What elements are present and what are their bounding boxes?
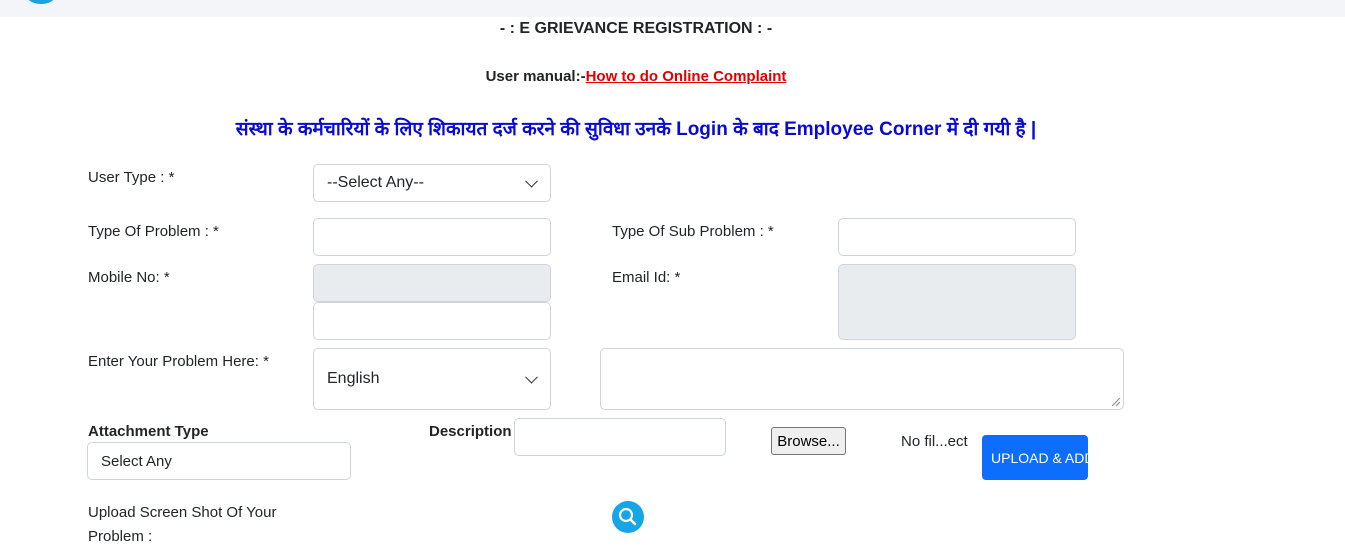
top-bar [0,0,1345,17]
screenshot-label-line1: Upload Screen Shot Of Your [88,504,277,521]
user-type-value: --Select Any-- [327,174,424,191]
mobile-field [313,264,551,302]
mobile-otp-field[interactable] [313,302,551,340]
screenshot-label: Upload Screen Shot Of Your Problem : [88,501,276,549]
language-select[interactable]: English [313,348,551,410]
description-input[interactable] [514,418,726,456]
resize-grip-icon[interactable] [1109,395,1121,407]
attachment-type-value: Select Any [101,452,172,470]
user-manual-line: User manual:-How to do Online Complaint [0,68,1272,85]
file-status: No fil...ect [901,433,968,450]
email-label: Email Id: * [612,269,681,286]
sub-problem-type-input[interactable] [838,218,1076,256]
attachment-type-label: Attachment Type [88,423,209,440]
attachment-type-select[interactable]: Select Any [87,442,351,480]
chevron-down-icon [525,370,538,384]
user-manual-prefix: User manual:- [485,68,586,85]
page-title: - : E GRIEVANCE REGISTRATION : - [499,20,773,37]
user-type-select[interactable]: --Select Any-- [313,164,551,202]
search-button[interactable] [612,501,644,533]
sub-problem-type-label: Type Of Sub Problem : * [612,223,774,240]
browse-button[interactable]: Browse... [771,427,846,455]
employee-notice: संस्था के कर्मचारियों के लिए शिकायत दर्ज… [235,119,1037,140]
problem-label: Enter Your Problem Here: * [88,353,269,370]
user-manual-link[interactable]: How to do Online Complaint [586,68,787,85]
problem-type-label: Type Of Problem : * [88,223,219,240]
screenshot-label-line2: Problem : [88,528,153,545]
description-label: Description [429,423,512,440]
language-value: English [327,370,380,387]
search-icon [618,507,637,526]
email-field [838,264,1076,340]
chevron-down-icon [525,174,538,188]
site-logo [22,0,60,4]
upload-add-button[interactable]: UPLOAD & ADD [982,435,1088,480]
mobile-label: Mobile No: * [88,269,170,286]
problem-type-input[interactable] [313,218,551,256]
problem-textarea[interactable] [600,348,1124,410]
user-type-label: User Type : * [88,169,175,186]
